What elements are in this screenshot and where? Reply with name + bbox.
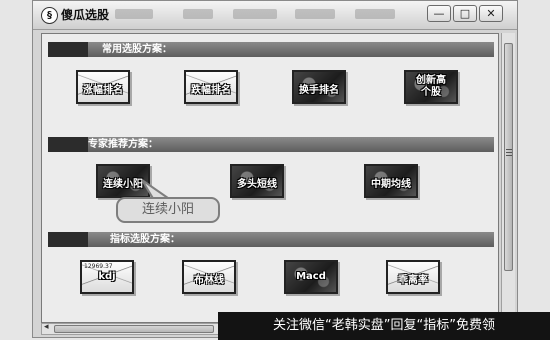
tile-label: 布林线 (194, 275, 224, 286)
scheme-tile-bull-short-term[interactable]: 多头短线 (230, 164, 284, 198)
tile-label: kdj (98, 271, 116, 282)
tile-price-text: 12969.37 (84, 263, 113, 270)
background-tab-blur (115, 9, 153, 19)
scheme-panel: 常用选股方案： 涨幅排名 跌幅排名 换手排名 创新高个股 专家推荐方案： 连续小… (41, 33, 499, 323)
section-header-indicator: 指标选股方案： (48, 232, 494, 247)
horizontal-scroll-thumb[interactable] (54, 325, 214, 333)
app-window: § 傻瓜选股 — □ ✕ 常用选股方案： 涨幅排名 跌幅排名 换手排名 创新高个… (32, 0, 518, 338)
tile-label: 创新高个股 (416, 75, 446, 98)
tile-label: Macd (296, 271, 326, 282)
background-tab-blur (295, 9, 335, 19)
scroll-grip-line (506, 155, 512, 156)
scroll-grip-line (506, 149, 512, 150)
scheme-tile-bias[interactable]: 乖离率 (386, 260, 440, 294)
window-title: 傻瓜选股 (61, 8, 110, 22)
scroll-left-arrow-icon[interactable]: ◂ (44, 322, 49, 332)
section-header-common: 常用选股方案： (48, 42, 494, 57)
scheme-tile-fall-rank[interactable]: 跌幅排名 (184, 70, 238, 104)
scroll-grip-line (506, 152, 512, 153)
vertical-scrollbar[interactable] (501, 33, 515, 323)
tile-label: 中期均线 (371, 179, 411, 190)
tile-label: 多头短线 (237, 179, 277, 190)
vertical-scroll-thumb[interactable] (504, 43, 513, 271)
section-header-accent (48, 42, 88, 57)
tile-label: 跌幅排名 (191, 85, 231, 96)
section-title: 专家推荐方案： (88, 139, 158, 150)
scheme-tile-kdj[interactable]: 12969.37 kdj (80, 260, 134, 294)
close-button[interactable]: ✕ (479, 5, 503, 22)
tile-label: 涨幅排名 (83, 85, 123, 96)
tile-label: 换手排名 (299, 85, 339, 96)
title-bar[interactable]: § 傻瓜选股 — □ ✕ (33, 1, 517, 30)
minimize-button[interactable]: — (427, 5, 451, 22)
section-header-accent (48, 232, 88, 247)
maximize-button[interactable]: □ (453, 5, 477, 22)
scheme-tile-new-high[interactable]: 创新高个股 (404, 70, 458, 104)
tile-label: 乖离率 (398, 275, 428, 286)
background-tab-blur (183, 9, 213, 19)
scheme-tile-macd[interactable]: Macd (284, 260, 338, 294)
scheme-tile-turnover-rank[interactable]: 换手排名 (292, 70, 346, 104)
app-icon: § (41, 7, 58, 24)
scheme-tile-rise-rank[interactable]: 涨幅排名 (76, 70, 130, 104)
section-title: 指标选股方案： (110, 234, 180, 245)
section-header-expert: 专家推荐方案： (48, 137, 494, 152)
background-tab-blur (355, 9, 395, 19)
scheme-tile-bollinger[interactable]: 布林线 (182, 260, 236, 294)
scheme-tile-mid-term-ma[interactable]: 中期均线 (364, 164, 418, 198)
callout-annotation: 连续小阳 (116, 197, 220, 223)
section-title: 常用选股方案： (102, 44, 172, 55)
section-header-accent (48, 137, 88, 152)
background-tab-blur (233, 9, 277, 19)
watermark-banner: 关注微信“老韩实盘”回复“指标”免费领 (218, 312, 550, 340)
